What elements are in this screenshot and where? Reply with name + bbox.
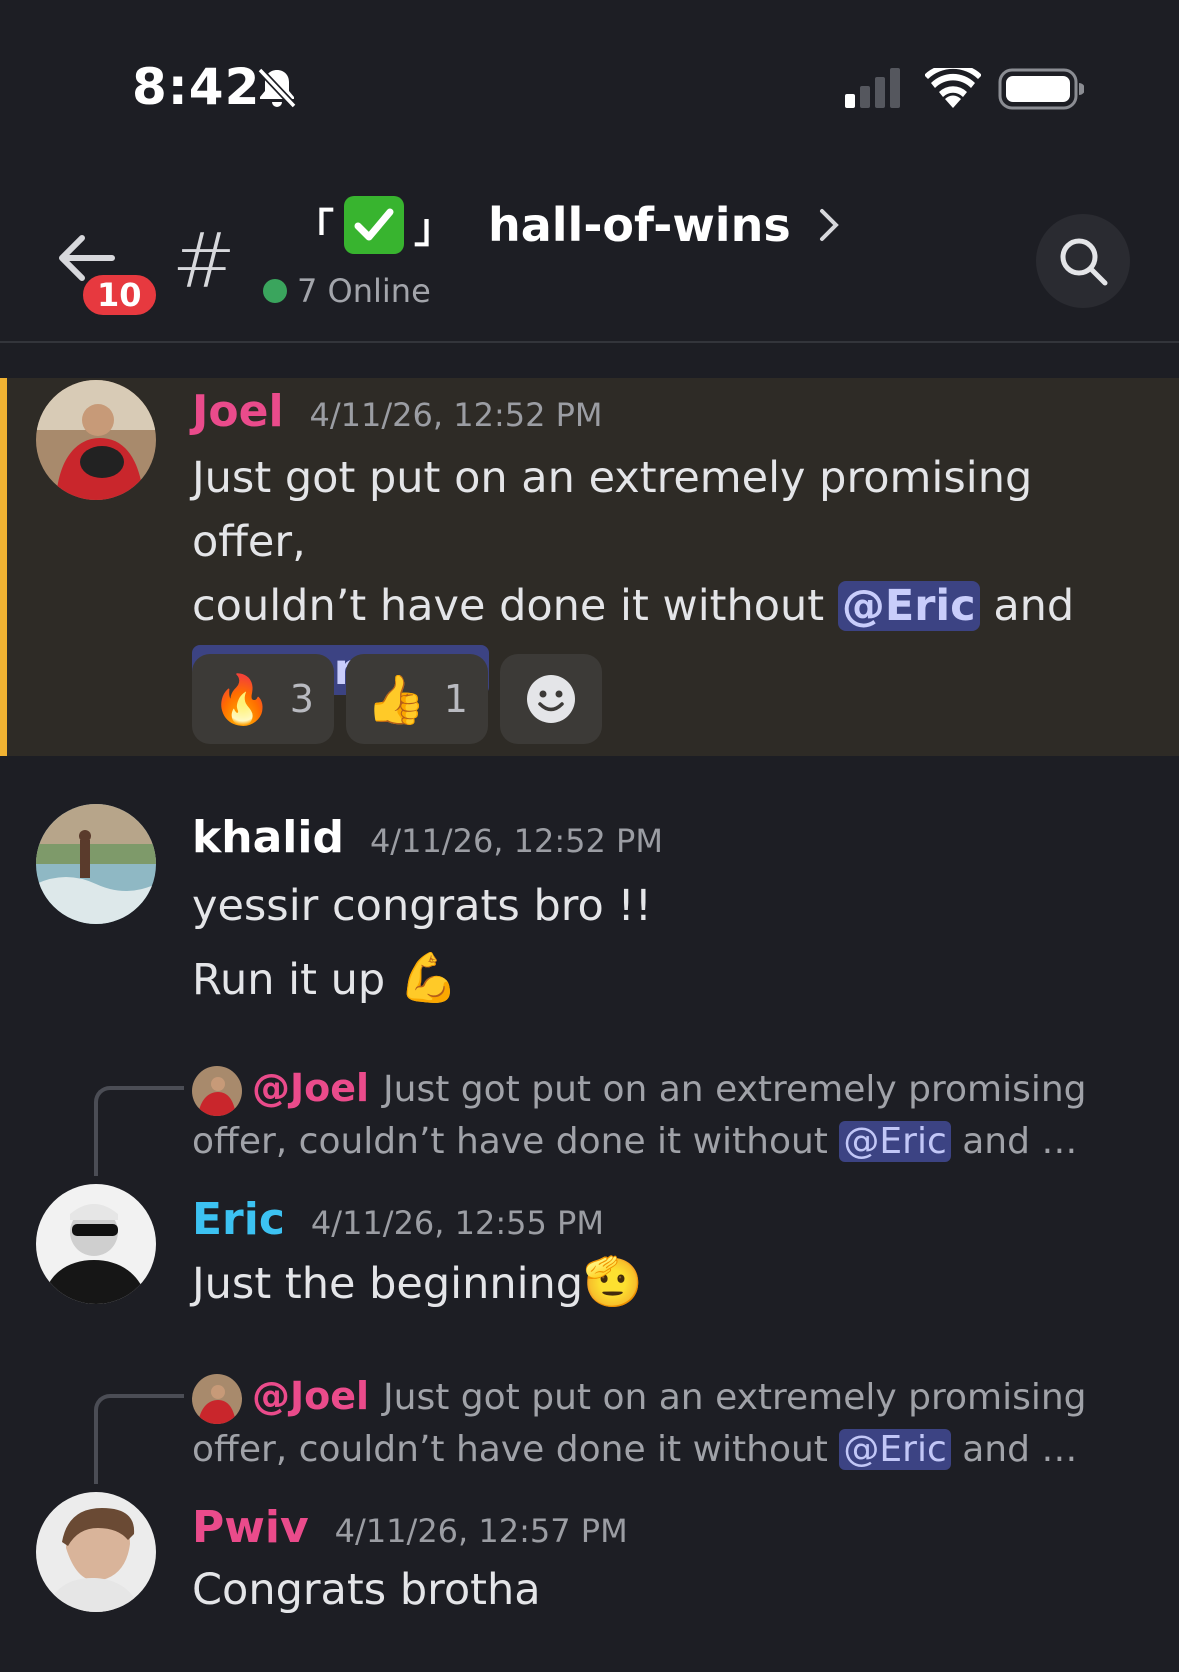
reply-mention: @Eric: [839, 1429, 951, 1470]
add-reaction-smiley-icon: [526, 675, 575, 723]
search-button[interactable]: [1036, 214, 1130, 308]
message-text: yessir congrats bro !! Run it up 💪: [192, 870, 652, 1016]
bracket-right: 」: [414, 206, 454, 252]
mention-eric[interactable]: @Eric: [837, 581, 980, 631]
avatar[interactable]: [36, 380, 156, 500]
author-name[interactable]: Eric: [192, 1194, 285, 1245]
timestamp: 4/11/26, 12:52 PM: [369, 822, 663, 860]
reply-preview[interactable]: @Joel Just got put on an extremely promis…: [192, 1062, 1112, 1168]
reply-avatar: [192, 1066, 242, 1116]
add-reaction-button[interactable]: [499, 654, 602, 744]
message-line: Just got put on an extremely promising o…: [192, 453, 1033, 567]
channel-title[interactable]: 「 」 hall-of-wins: [294, 196, 839, 254]
reply-mention: @Eric: [839, 1121, 951, 1162]
reply-text: Just got put on an extremely promising: [383, 1069, 1087, 1110]
reply-avatar: [192, 1374, 242, 1424]
message-line: yessir congrats bro !!: [192, 881, 652, 931]
reply-text: Just got put on an extremely promising: [383, 1377, 1087, 1418]
message-text: Just the beginning🫡: [192, 1250, 643, 1316]
reaction-fire[interactable]: 🔥 3: [192, 654, 334, 744]
reply-text: offer, couldn’t have done it without: [192, 1429, 828, 1470]
message-header: Eric 4/11/26, 12:55 PM: [192, 1194, 604, 1245]
flexed-biceps-emoji-icon: 💪: [398, 950, 459, 1006]
timestamp: 4/11/26, 12:52 PM: [309, 396, 603, 434]
message-line: Just the beginning: [192, 1259, 584, 1309]
search-icon: [1060, 238, 1108, 286]
message-header: Joel 4/11/26, 12:52 PM: [192, 386, 603, 437]
timestamp: 4/11/26, 12:55 PM: [310, 1204, 604, 1242]
message-header: Pwiv 4/11/26, 12:57 PM: [192, 1502, 628, 1553]
avatar[interactable]: [36, 1184, 156, 1304]
bell-slash-icon: [257, 67, 297, 109]
reply-author: @Joel: [252, 1374, 370, 1418]
reply-preview[interactable]: @Joel Just got put on an extremely promis…: [192, 1370, 1112, 1476]
thumbs-up-emoji-icon: 👍: [365, 671, 426, 728]
online-count: 7 Online: [297, 272, 431, 310]
message-line: couldn’t have done it without: [192, 581, 825, 631]
message-line: Run it up: [192, 955, 386, 1005]
online-dot-icon: [263, 279, 287, 303]
message-line: and: [993, 581, 1075, 631]
author-name[interactable]: Pwiv: [192, 1502, 309, 1553]
message-header: khalid 4/11/26, 12:52 PM: [192, 812, 663, 863]
avatar[interactable]: [36, 804, 156, 924]
cellular-signal-icon: [845, 68, 900, 108]
reactions-bar: 🔥 3 👍 1: [192, 654, 602, 744]
reply-text: and …: [962, 1121, 1078, 1162]
chevron-right-icon: [819, 209, 839, 241]
reaction-thumbs-up[interactable]: 👍 1: [345, 654, 488, 744]
avatar[interactable]: [36, 1492, 156, 1612]
check-mark-icon: [344, 196, 404, 254]
header-divider: [0, 341, 1179, 343]
bracket-left: 「: [294, 206, 334, 252]
channel-name: hall-of-wins: [488, 198, 791, 252]
chat-screen: 8:42 10 # 「 」 hall-of-wins 7 Online Joel…: [0, 0, 1179, 1672]
saluting-face-emoji-icon: 🫡: [583, 1254, 643, 1310]
reply-text: offer, couldn’t have done it without: [192, 1121, 828, 1162]
reply-author: @Joel: [252, 1066, 370, 1110]
message-text: Congrats brotha: [192, 1558, 541, 1622]
channel-hash-icon: #: [172, 216, 236, 305]
author-name[interactable]: khalid: [192, 812, 344, 863]
highlight-bar: [0, 378, 7, 756]
online-status: 7 Online: [263, 272, 431, 310]
reaction-count: 1: [443, 677, 468, 721]
battery-icon: [998, 68, 1084, 110]
timestamp: 4/11/26, 12:57 PM: [334, 1512, 628, 1550]
reply-text: and …: [962, 1429, 1078, 1470]
reaction-count: 3: [289, 677, 314, 721]
unread-badge: 10: [80, 272, 159, 318]
author-name[interactable]: Joel: [192, 386, 284, 437]
status-time: 8:42: [132, 58, 261, 116]
fire-emoji-icon: 🔥: [212, 671, 272, 728]
reply-connector: [94, 1394, 184, 1484]
reply-connector: [94, 1086, 184, 1176]
message-line: Congrats brotha: [192, 1565, 541, 1615]
wifi-icon: [925, 68, 981, 108]
